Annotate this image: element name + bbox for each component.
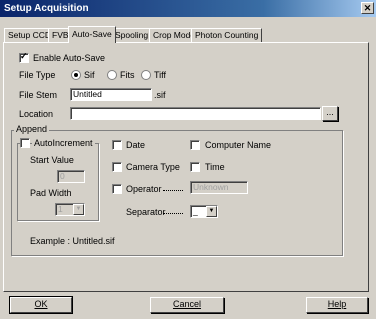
ok-label: OK	[34, 299, 48, 309]
tab-photon-counting[interactable]: Photon Counting	[191, 28, 263, 42]
computer-name-label: Computer Name	[205, 140, 272, 150]
tab-auto-save[interactable]: Auto-Save	[68, 26, 116, 43]
date-checkbox[interactable]	[112, 140, 122, 150]
operator-label: Operator	[126, 184, 162, 194]
close-button[interactable]: ✕	[361, 2, 374, 14]
separator-label: Separator	[126, 207, 166, 217]
tab-spooling[interactable]: Spooling	[111, 28, 153, 42]
browse-button[interactable]: ...	[322, 106, 338, 121]
title-bar: Setup Acquisition ✕	[0, 0, 376, 17]
help-button[interactable]: Help	[306, 297, 368, 313]
autoincrement-checkbox[interactable]	[20, 138, 30, 148]
pad-width-label: Pad Width	[30, 188, 72, 198]
file-type-sif-radio[interactable]	[71, 70, 81, 80]
camera-type-label: Camera Type	[126, 162, 180, 172]
location-label: Location	[19, 109, 54, 119]
file-type-fits-label: Fits	[120, 70, 135, 80]
time-checkbox[interactable]	[190, 162, 200, 172]
pad-width-select[interactable]: 1 ▼	[55, 203, 85, 216]
autoincrement-label: AutoIncrement	[32, 138, 95, 148]
file-extension: .sif	[154, 90, 166, 100]
pad-width-value: 1	[58, 204, 63, 214]
operator-input[interactable]: Unknown	[190, 181, 248, 194]
file-type-fits-radio[interactable]	[107, 70, 117, 80]
separator-leader	[163, 213, 183, 214]
file-stem-label: File Stem	[19, 90, 58, 100]
file-type-tiff-radio[interactable]	[141, 70, 151, 80]
cancel-button[interactable]: Cancel	[150, 297, 224, 313]
cancel-label: Cancel	[172, 299, 201, 309]
file-stem-input[interactable]: Untitled	[70, 88, 152, 101]
chevron-down-icon[interactable]: ▼	[206, 206, 217, 217]
computer-name-checkbox[interactable]	[190, 140, 200, 150]
chevron-down-icon[interactable]: ▼	[73, 204, 84, 215]
operator-checkbox[interactable]	[112, 184, 122, 194]
ok-button[interactable]: OK	[9, 296, 73, 314]
date-label: Date	[126, 140, 146, 150]
time-label: Time	[205, 162, 225, 172]
file-type-sif-label: Sif	[84, 70, 95, 80]
operator-leader	[163, 190, 183, 191]
start-value-input[interactable]: 0	[57, 170, 85, 183]
location-input[interactable]	[70, 107, 321, 120]
camera-type-checkbox[interactable]	[112, 162, 122, 172]
window-title: Setup Acquisition	[4, 3, 89, 14]
enable-auto-save-checkbox[interactable]	[19, 51, 29, 63]
file-type-tiff-label: Tiff	[154, 70, 167, 80]
example-text: Example : Untitled.sif	[30, 236, 115, 246]
file-type-label: File Type	[19, 70, 56, 80]
enable-auto-save-label: Enable Auto-Save	[33, 53, 106, 63]
append-group-label: Append	[14, 124, 50, 134]
separator-value: _	[193, 206, 198, 216]
start-value-label: Start Value	[30, 155, 74, 165]
separator-select[interactable]: _ ▼	[190, 205, 218, 218]
help-label: Help	[327, 299, 347, 309]
